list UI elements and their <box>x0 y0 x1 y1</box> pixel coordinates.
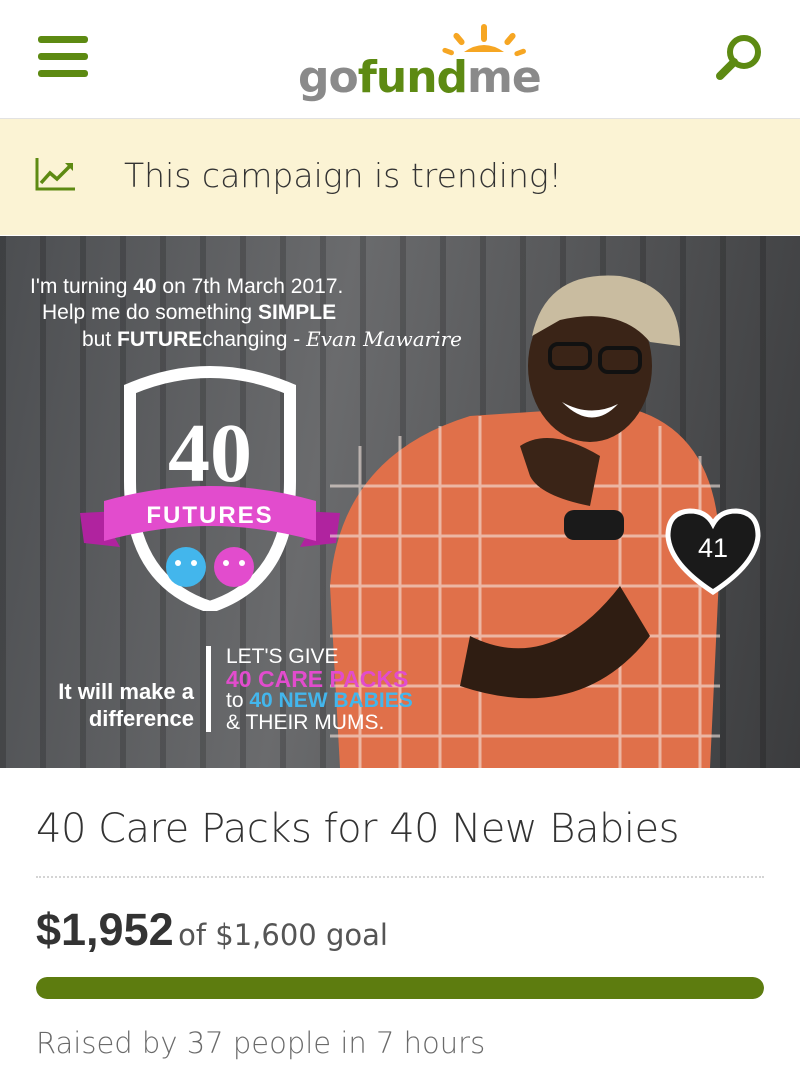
search-glyph <box>716 35 761 80</box>
top-header: gofundme <box>0 0 800 119</box>
badge-ribbon: FUTURES <box>146 502 273 529</box>
right-line-1: LET'S GIVE <box>226 645 339 668</box>
progress-bar <box>36 977 764 999</box>
hero-left-caption: It will make a difference <box>34 678 194 732</box>
right-line-2: 40 CARE PACKS <box>226 666 409 692</box>
left-line-1: It will make a <box>58 679 194 704</box>
campaign-hero-image[interactable]: I'm turning 40 on 7th March 2017. Help m… <box>0 236 800 768</box>
left-line-2: difference <box>88 706 194 731</box>
hero-right-caption: LET'S GIVE 40 CARE PACKS to 40 NEW BABIE… <box>226 646 413 734</box>
hero-divider <box>206 646 211 732</box>
heart-count: 41 <box>697 533 729 563</box>
progress-fill <box>36 977 764 999</box>
menu-bar <box>38 53 88 60</box>
forty-futures-badge: 40 FUTURES <box>80 366 340 611</box>
right-line-4: & THEIR MUMS. <box>226 711 385 734</box>
raised-amount: $1,952 <box>36 904 174 955</box>
logo-text: gofundme <box>298 52 542 103</box>
quote-line-2: Help me do something SIMPLE <box>42 301 337 324</box>
gofundme-logo[interactable]: gofundme <box>296 18 542 103</box>
raised-by-text: Raised by 37 people in 7 hours <box>36 1026 486 1060</box>
hamburger-menu-icon[interactable] <box>38 36 88 78</box>
campaign-title: 40 Care Packs for 40 New Babies <box>36 806 679 852</box>
search-icon[interactable] <box>712 30 768 86</box>
amount-raised: $1,952 of $1,600 goal <box>36 904 388 956</box>
quote-line-1: I'm turning 40 on 7th March 2017. <box>30 275 344 298</box>
menu-bar <box>38 36 88 43</box>
trending-chart-icon <box>35 158 75 191</box>
trending-text: This campaign is trending! <box>124 156 562 195</box>
menu-bar <box>38 70 88 77</box>
right-line-3: to 40 NEW BABIES <box>226 689 413 712</box>
title-divider <box>36 876 764 878</box>
goal-text: of $1,600 goal <box>178 918 388 952</box>
